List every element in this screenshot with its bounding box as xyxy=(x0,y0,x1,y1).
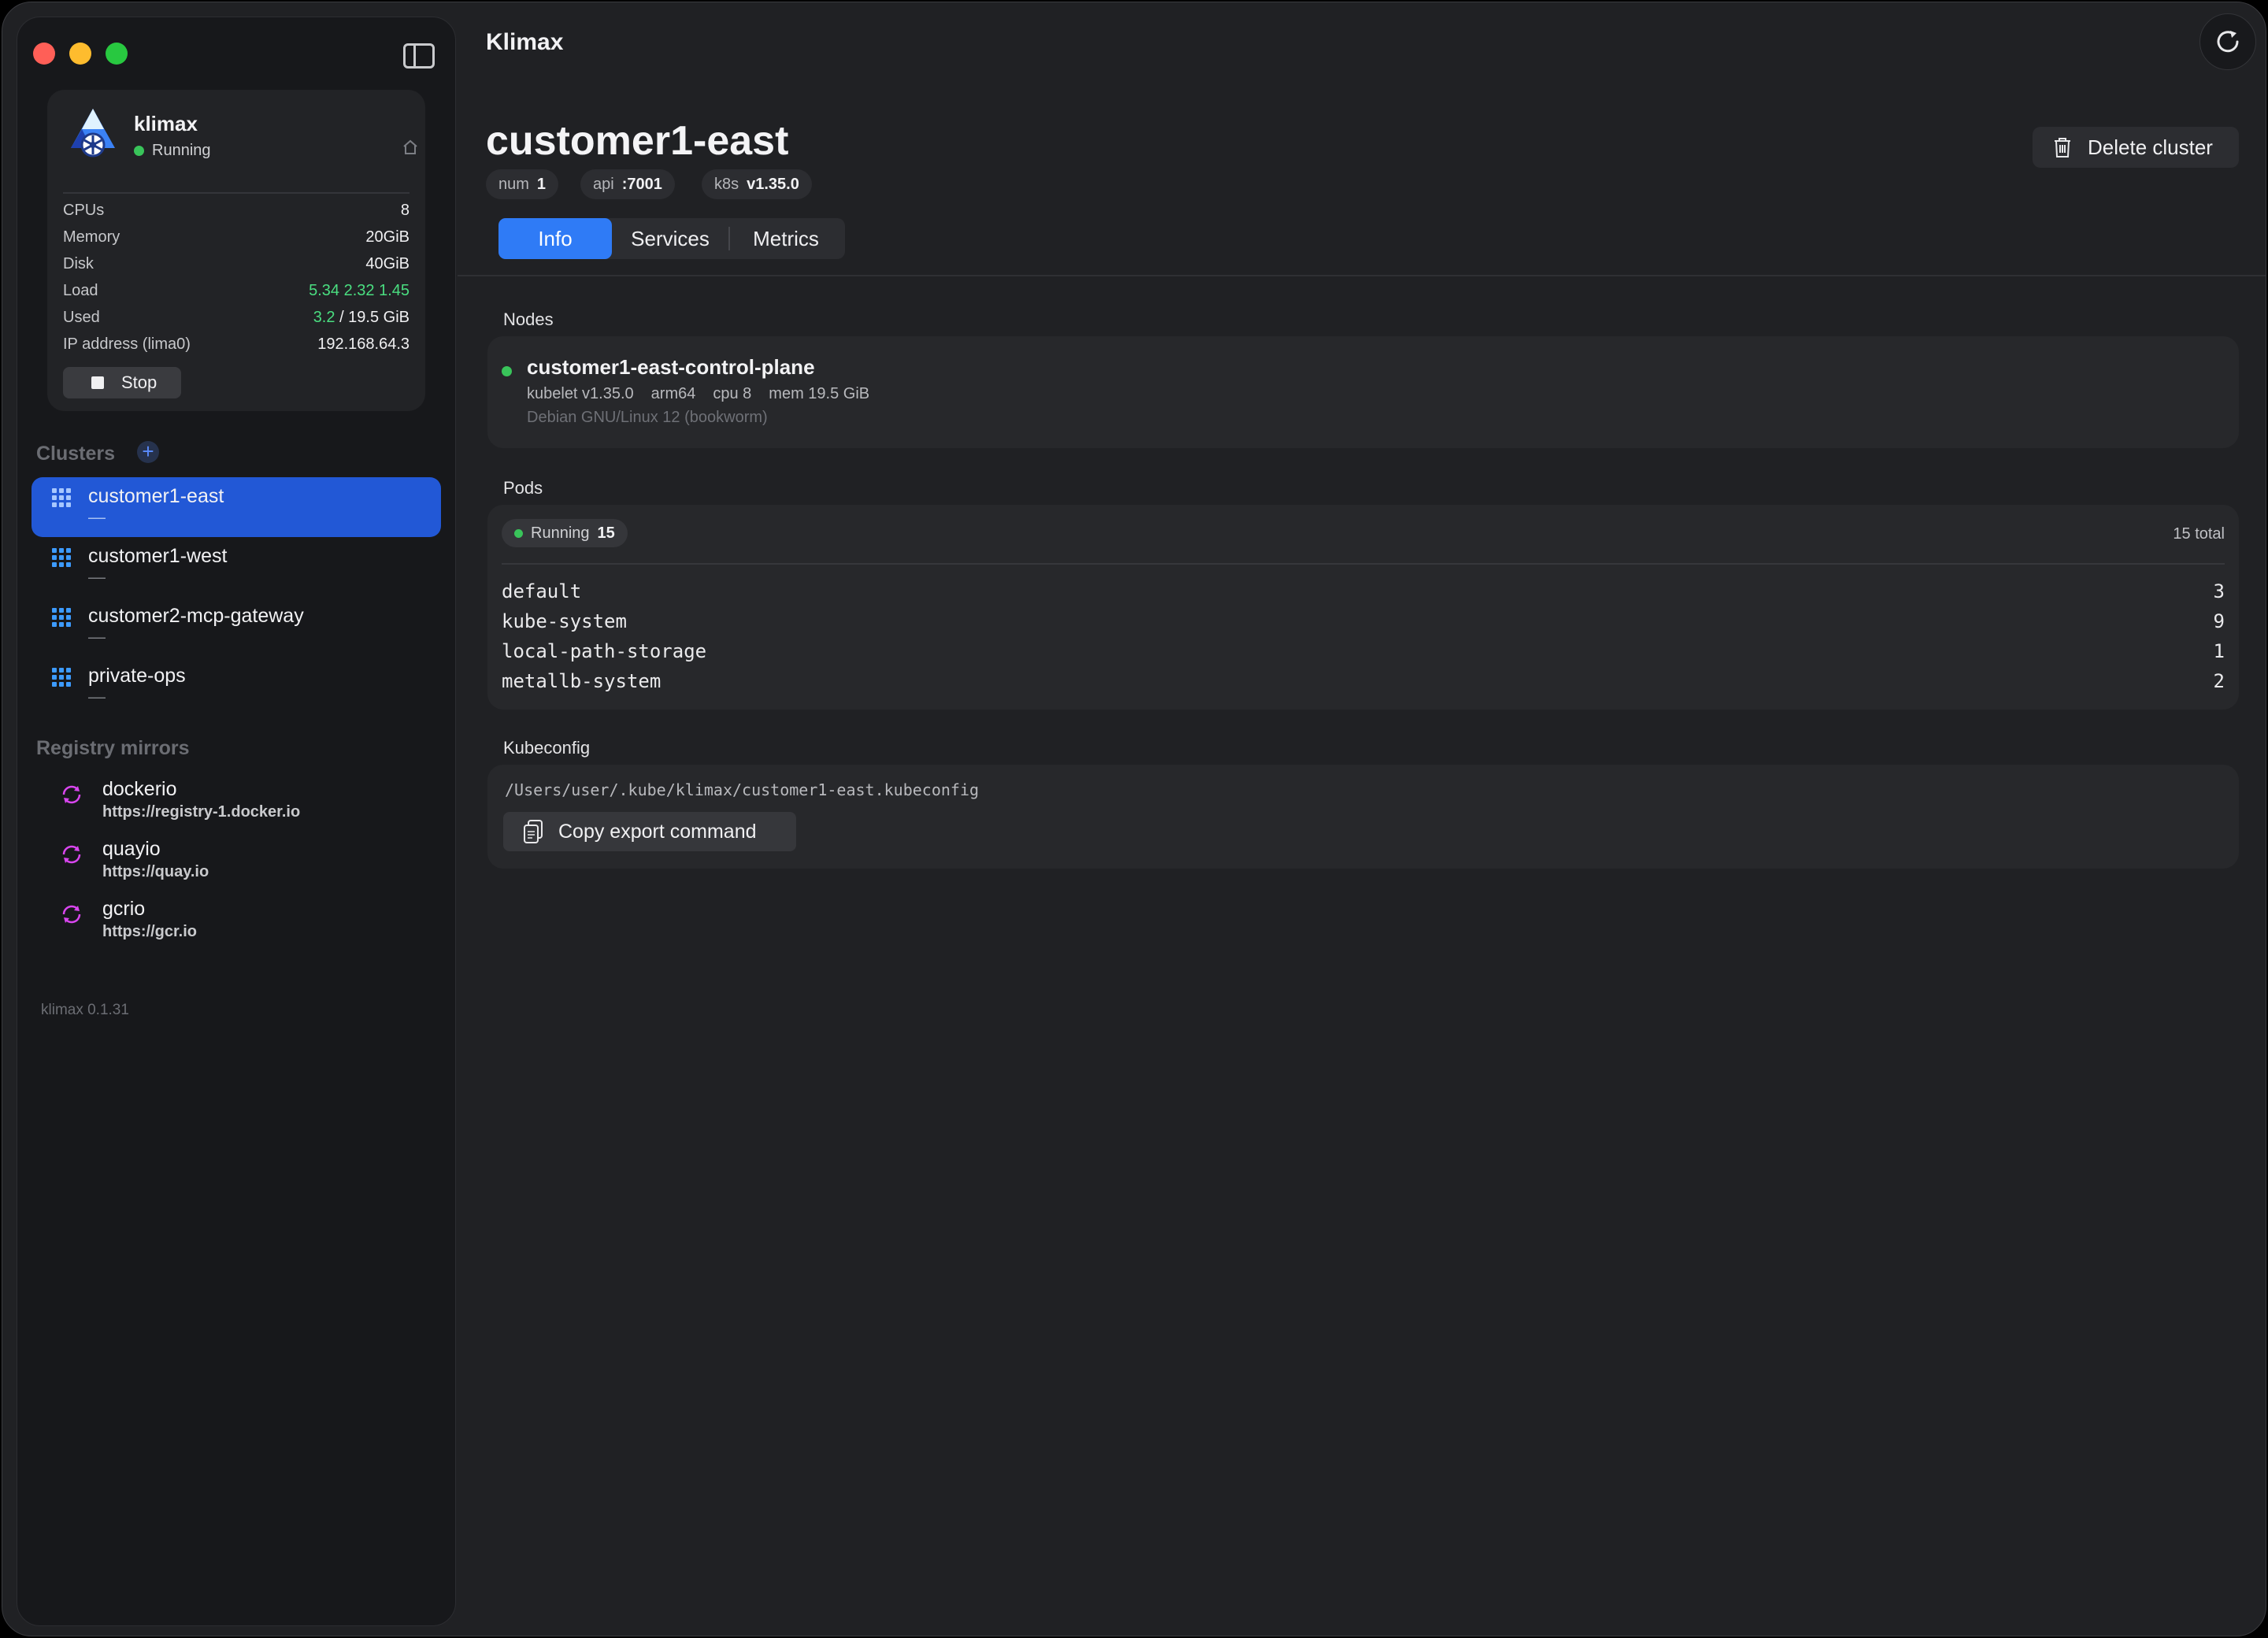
chip-num: num 1 xyxy=(486,169,559,199)
cluster-name: customer2-mcp-gateway xyxy=(88,605,304,627)
kubeconfig-section-label: Kubeconfig xyxy=(503,738,591,758)
cluster-grid-icon xyxy=(52,548,71,567)
refresh-button[interactable] xyxy=(2199,13,2256,70)
zoom-window-button[interactable] xyxy=(106,43,128,65)
stat-cpus: CPUs 8 xyxy=(63,202,410,219)
sidebar-cluster-private-ops[interactable]: private-ops — xyxy=(32,657,441,717)
vm-status: Running xyxy=(134,142,211,160)
trash-icon xyxy=(2055,138,2070,158)
mirror-name: dockerio xyxy=(102,778,177,800)
cluster-subtitle: — xyxy=(88,567,106,587)
cluster-subtitle: — xyxy=(88,627,106,647)
vm-card: klimax Running CPUs 8 Memory 20GiB Disk … xyxy=(47,90,425,411)
used-total: / 19.5 GiB xyxy=(339,309,410,326)
pods-section-label: Pods xyxy=(503,478,543,498)
cluster-subtitle: — xyxy=(88,687,106,706)
node-name: customer1-east-control-plane xyxy=(527,355,815,379)
add-cluster-button[interactable]: + xyxy=(137,441,159,463)
node-meta: kubelet v1.35.0 arm64 cpu 8 mem 19.5 GiB xyxy=(527,385,870,402)
node-os: Debian GNU/Linux 12 (bookworm) xyxy=(527,409,768,426)
header-divider xyxy=(458,275,2266,276)
stop-icon xyxy=(91,376,104,389)
kubeconfig-path: /Users/user/.kube/klimax/customer1-east.… xyxy=(505,780,980,799)
cluster-grid-icon xyxy=(52,668,71,687)
mirror-item-quayio[interactable]: quayio https://quay.io xyxy=(32,835,441,890)
cluster-grid-icon xyxy=(52,488,71,507)
cluster-name: private-ops xyxy=(88,665,186,687)
close-window-button[interactable] xyxy=(33,43,55,65)
minimize-window-button[interactable] xyxy=(69,43,91,65)
namespace-row: default 3 xyxy=(502,580,2225,602)
pods-total: 15 total xyxy=(2173,525,2225,543)
tab-bar: Info Services Metrics xyxy=(498,218,845,259)
node-ready-dot-icon xyxy=(502,366,512,376)
sidebar-cluster-customer1-west[interactable]: customer1-west — xyxy=(32,537,441,597)
chip-k8s: k8s v1.35.0 xyxy=(702,169,812,199)
vm-card-divider xyxy=(63,192,410,194)
vm-name: klimax xyxy=(134,112,198,135)
stat-ip-address: IP address (lima0) 192.168.64.3 xyxy=(63,335,410,353)
chip-api: api:7001 xyxy=(580,169,675,199)
mirror-item-gcrio[interactable]: gcrio https://gcr.io xyxy=(32,895,441,950)
mirror-name: quayio xyxy=(102,838,161,860)
sidebar: klimax Running CPUs 8 Memory 20GiB Disk … xyxy=(17,17,456,1626)
cluster-name: customer1-east xyxy=(88,485,224,507)
sync-icon xyxy=(62,845,81,864)
mirror-item-dockerio[interactable]: dockerio https://registry-1.docker.io xyxy=(32,775,441,830)
mirror-url: https://registry-1.docker.io xyxy=(102,803,301,821)
running-dot-icon xyxy=(514,528,523,538)
klimax-logo-icon xyxy=(71,109,115,158)
namespace-row: metallb-system 2 xyxy=(502,670,2225,692)
stop-vm-button[interactable]: Stop xyxy=(63,367,181,398)
sidebar-cluster-customer1-east[interactable]: customer1-east — xyxy=(32,477,441,537)
sync-icon xyxy=(62,785,81,804)
cluster-grid-icon xyxy=(52,608,71,627)
mirror-name: gcrio xyxy=(102,898,146,920)
stat-disk: Disk 40GiB xyxy=(63,255,410,272)
running-status-dot-icon xyxy=(134,146,144,156)
registry-mirrors-section-title: Registry mirrors xyxy=(36,737,190,759)
vm-status-label: Running xyxy=(152,142,211,159)
copy-icon xyxy=(524,820,543,843)
app-title: Klimax xyxy=(486,29,564,55)
tab-metrics[interactable]: Metrics xyxy=(730,218,842,259)
kubeconfig-card: /Users/user/.kube/klimax/customer1-east.… xyxy=(487,765,2239,869)
tab-services[interactable]: Services xyxy=(612,218,728,259)
delete-cluster-button[interactable]: Delete cluster xyxy=(2033,127,2239,168)
mirror-url: https://quay.io xyxy=(102,863,209,880)
tab-info[interactable]: Info xyxy=(498,218,612,259)
pods-divider xyxy=(502,563,2225,565)
home-icon[interactable] xyxy=(402,139,419,156)
nodes-section-label: Nodes xyxy=(503,309,554,329)
mirror-url: https://gcr.io xyxy=(102,923,197,940)
stat-memory: Memory 20GiB xyxy=(63,228,410,246)
page-title: customer1-east xyxy=(486,118,789,164)
app-version: klimax 0.1.31 xyxy=(41,1002,129,1018)
namespace-row: kube-system 9 xyxy=(502,610,2225,632)
sync-icon xyxy=(62,905,81,924)
stat-used: Used 3.2 / 19.5 GiB xyxy=(63,309,410,326)
cluster-name: customer1-west xyxy=(88,545,228,567)
app-window: klimax Running CPUs 8 Memory 20GiB Disk … xyxy=(2,2,2266,1636)
sidebar-cluster-customer2-mcp-gateway[interactable]: customer2-mcp-gateway — xyxy=(32,597,441,657)
refresh-icon xyxy=(2217,31,2239,53)
copy-export-command-button[interactable]: Copy export command xyxy=(503,812,796,851)
node-card: customer1-east-control-plane kubelet v1.… xyxy=(487,336,2239,448)
sidebar-toggle-icon[interactable] xyxy=(403,43,435,69)
used-value: 3.2 xyxy=(313,309,335,326)
running-pods-badge: Running 15 xyxy=(502,519,628,547)
stat-load: Load 5.34 2.32 1.45 xyxy=(63,282,410,299)
pods-card: Running 15 15 total default 3 kube-system… xyxy=(487,505,2239,710)
cluster-subtitle: — xyxy=(88,507,106,527)
clusters-section-title: Clusters xyxy=(36,443,116,465)
namespace-row: local-path-storage 1 xyxy=(502,640,2225,662)
